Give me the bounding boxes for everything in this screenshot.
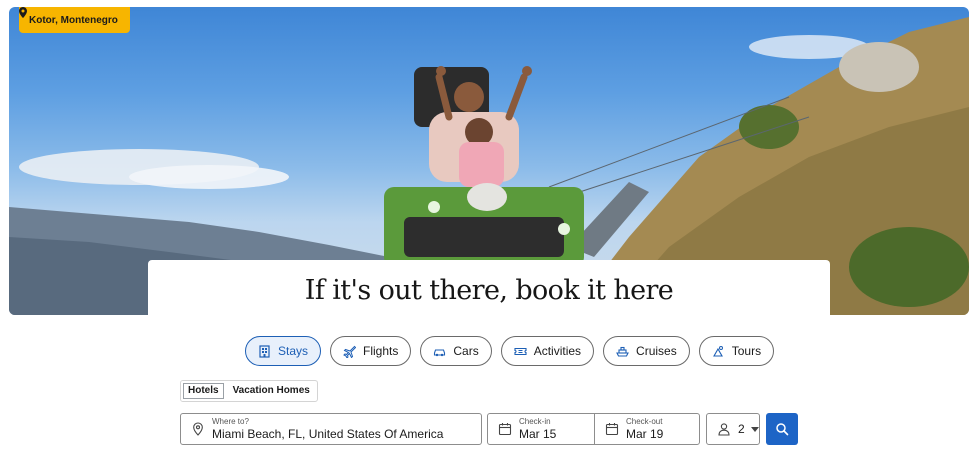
checkout-value: Mar 19 [626,427,664,441]
tab-flights[interactable]: Flights [330,336,412,366]
stay-type-tabs: Hotels Vacation Homes [180,380,318,402]
plane-icon [343,345,357,358]
ship-icon [616,346,629,357]
search-button[interactable] [766,413,798,445]
destination-value: Miami Beach, FL, United States Of Americ… [212,427,444,441]
travelers-count: 2 [738,422,745,436]
car-icon [434,348,446,356]
location-label: Kotor, Montenegro [29,14,118,26]
subtab-vacation-homes[interactable]: Vacation Homes [226,381,317,401]
hotel-icon [259,344,270,358]
checkin-field[interactable]: Check-in Mar 15 [487,413,595,445]
tab-label: Tours [731,344,762,358]
ticket-icon [514,347,527,355]
location-badge: Kotor, Montenegro [19,7,130,33]
headline-card: If it's out there, book it here [148,260,830,322]
checkout-field[interactable]: Check-out Mar 19 [594,413,700,445]
subtab-hotels[interactable]: Hotels [181,381,226,401]
tab-cruises[interactable]: Cruises [603,336,690,366]
tab-label: Stays [278,344,309,358]
checkin-value: Mar 15 [519,427,557,441]
tab-activities[interactable]: Activities [500,336,595,366]
person-icon [718,423,730,436]
checkin-label: Check-in [519,417,551,426]
calendar-icon [498,423,512,436]
page-title: If it's out there, book it here [304,274,674,306]
category-tabs: Stays Flights Cars Activities Cruises To… [245,336,775,366]
tour-icon [712,345,723,357]
tab-label: Flights [363,344,399,358]
location-pin-icon [19,7,27,18]
tab-cars[interactable]: Cars [420,336,492,366]
tab-label: Activities [533,344,582,358]
destination-label: Where to? [212,417,249,426]
checkout-label: Check-out [626,417,663,426]
tab-stays[interactable]: Stays [245,336,322,366]
tab-tours[interactable]: Tours [698,336,775,366]
tab-label: Cars [453,344,479,358]
location-pin-icon [193,422,203,436]
destination-field[interactable]: Where to? Miami Beach, FL, United States… [180,413,482,445]
calendar-icon [605,423,619,436]
tab-label: Cruises [636,344,677,358]
search-icon [776,423,789,436]
chevron-down-icon [750,426,759,432]
travelers-field[interactable]: 2 [706,413,760,445]
